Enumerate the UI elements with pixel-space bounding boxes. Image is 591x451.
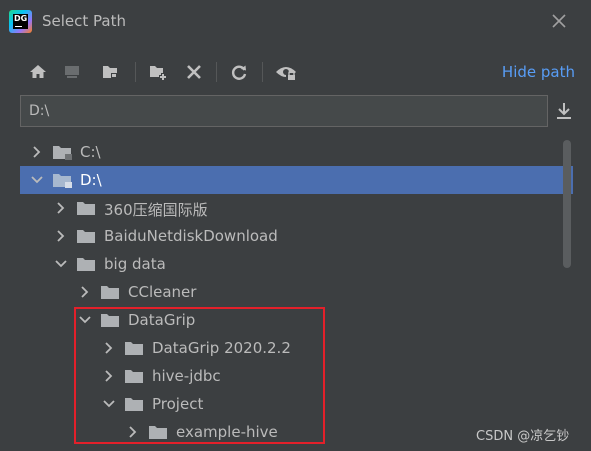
- folder-icon: [77, 230, 95, 243]
- home-icon: [30, 65, 46, 78]
- tree-row[interactable]: Project: [20, 390, 573, 418]
- tree-row-label: DataGrip 2020.2.2: [152, 339, 291, 357]
- delete-button[interactable]: [182, 60, 206, 84]
- drive-icon: [53, 146, 72, 160]
- folder-icon: [101, 286, 119, 299]
- title-bar: DG Select Path: [0, 0, 591, 44]
- show-hidden-icon: [276, 67, 296, 81]
- download-icon: [557, 103, 571, 119]
- tree-row[interactable]: DataGrip 2020.2.2: [20, 334, 573, 362]
- folder-icon: [125, 342, 143, 355]
- chevron-down-icon[interactable]: [78, 313, 92, 327]
- folder-icon: [77, 202, 95, 215]
- new-folder-button[interactable]: [146, 60, 170, 84]
- chevron-right-icon[interactable]: [54, 201, 68, 215]
- chevron-right-icon[interactable]: [126, 425, 140, 439]
- vertical-scrollbar[interactable]: [563, 140, 571, 268]
- datagrip-logo-icon: DG: [9, 10, 32, 33]
- tree-row[interactable]: BaiduNetdiskDownload: [20, 222, 573, 250]
- chevron-right-icon[interactable]: [102, 369, 116, 383]
- chevron-down-icon[interactable]: [102, 397, 116, 411]
- app-logo-text: DG: [14, 14, 28, 23]
- refresh-icon: [231, 65, 247, 80]
- project-folder-icon: [103, 66, 117, 78]
- close-button[interactable]: [548, 10, 570, 32]
- chevron-right-icon[interactable]: [78, 285, 92, 299]
- close-icon: [552, 14, 566, 28]
- folder-icon: [101, 314, 119, 327]
- tree-row-label: hive-jdbc: [152, 367, 221, 385]
- file-tree: C:\ D:\ 360压缩国际版 BaiduNetdiskDownload big da…: [20, 138, 574, 451]
- tree-row-label: example-hive: [176, 423, 278, 441]
- chevron-right-icon[interactable]: [54, 229, 68, 243]
- tree-row-label: D:\: [80, 171, 102, 189]
- desktop-icon: [65, 66, 79, 78]
- tree-row[interactable]: big data: [20, 250, 573, 278]
- tree-row[interactable]: hive-jdbc: [20, 362, 573, 390]
- tree-row[interactable]: CCleaner: [20, 278, 573, 306]
- folder-icon: [77, 258, 95, 271]
- tree-row-label: DataGrip: [128, 311, 196, 329]
- desktop-button[interactable]: [60, 60, 84, 84]
- tree-row[interactable]: C:\: [20, 138, 573, 166]
- tree-row[interactable]: 360压缩国际版: [20, 194, 573, 222]
- watermark-text: CSDN @凉乞钞: [476, 429, 570, 444]
- download-button[interactable]: [553, 100, 575, 122]
- tree-row[interactable]: D:\: [20, 166, 573, 194]
- project-folder-button[interactable]: [98, 60, 122, 84]
- dialog-title: Select Path: [42, 12, 126, 30]
- folder-icon: [125, 398, 143, 411]
- drive-icon: [53, 174, 72, 188]
- new-folder-icon: [150, 66, 167, 81]
- tree-row-label: C:\: [80, 143, 101, 161]
- delete-icon: [187, 65, 201, 79]
- path-input[interactable]: [20, 95, 548, 127]
- hide-path-link[interactable]: Hide path: [502, 63, 575, 81]
- tree-row-label: BaiduNetdiskDownload: [104, 227, 278, 245]
- show-hidden-button[interactable]: [274, 60, 298, 84]
- tree-row-label: CCleaner: [128, 283, 197, 301]
- tree-row-label: big data: [104, 255, 166, 273]
- folder-icon: [149, 426, 167, 439]
- tree-row-label: Project: [152, 395, 204, 413]
- chevron-right-icon[interactable]: [102, 341, 116, 355]
- tree-row[interactable]: DataGrip: [20, 306, 573, 334]
- home-button[interactable]: [26, 60, 50, 84]
- toolbar: Hide path: [0, 56, 591, 88]
- chevron-right-icon[interactable]: [30, 145, 44, 159]
- refresh-button[interactable]: [227, 60, 251, 84]
- chevron-down-icon[interactable]: [54, 257, 68, 271]
- tree-row-label: 360压缩国际版: [104, 201, 208, 219]
- chevron-down-icon[interactable]: [30, 173, 44, 187]
- folder-icon: [125, 370, 143, 383]
